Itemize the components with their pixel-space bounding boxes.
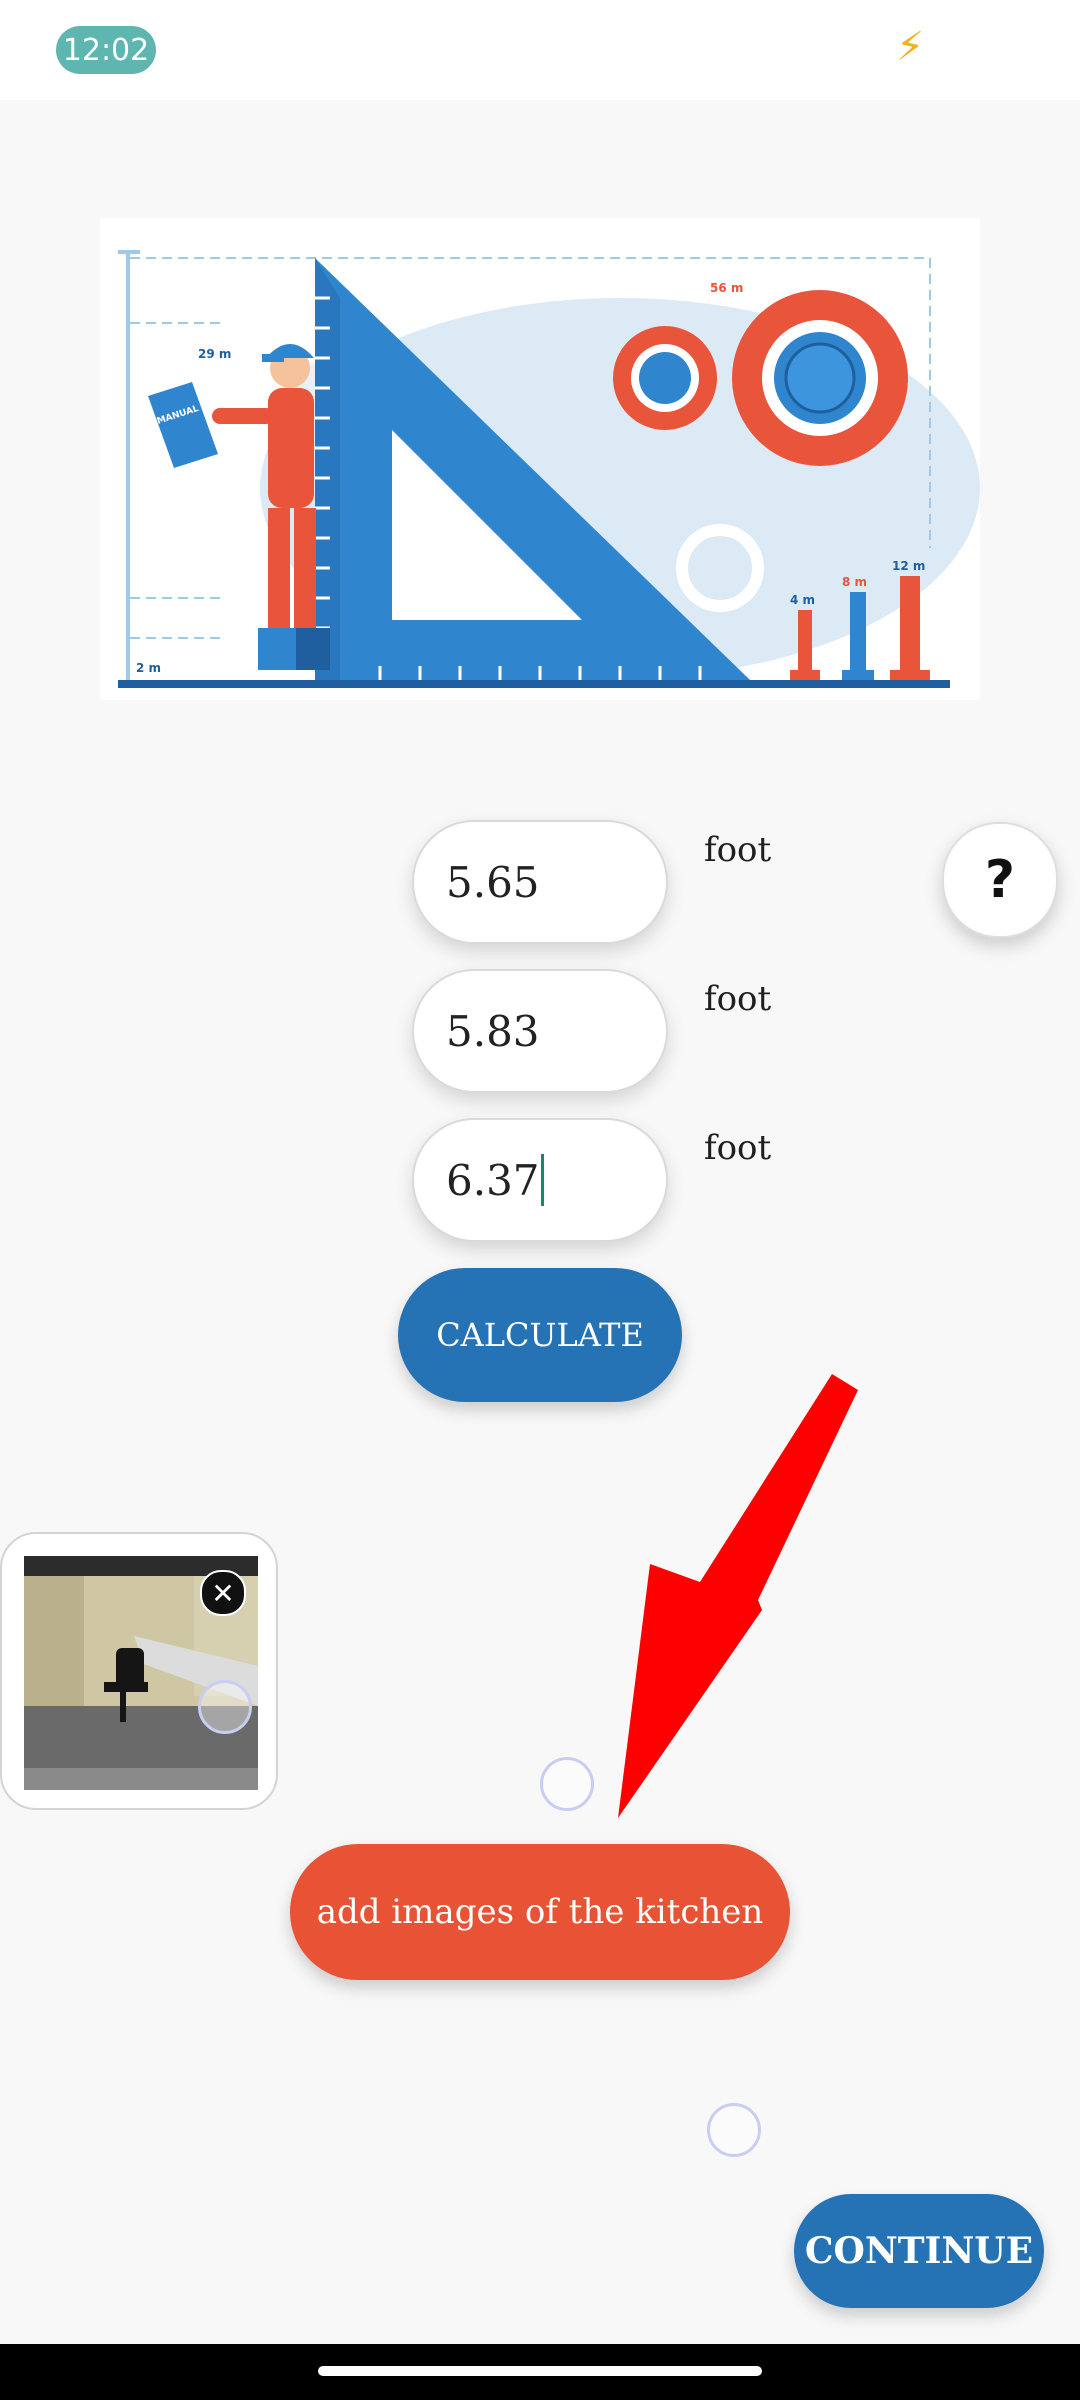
label-29m: 29 m	[198, 347, 231, 361]
label-56m: 56 m	[710, 281, 743, 295]
unit-label-2: foot	[704, 979, 772, 1019]
close-icon: ✕	[211, 1576, 235, 1610]
remove-image-button[interactable]: ✕	[200, 1570, 246, 1616]
lightning-bolt-icon: ⚡	[896, 24, 925, 70]
status-bar: 12:02 ⚡	[0, 0, 1080, 100]
text-caret	[540, 1154, 544, 1206]
illustration-svg: 29 m 2 m 56 m 4 m 8 m 12 m MANUAL BOOK	[118, 250, 980, 688]
touch-indicator-2	[540, 1757, 594, 1811]
measurement-field-2[interactable]: 5.83	[412, 969, 668, 1093]
measurement-illustration: 29 m 2 m 56 m 4 m 8 m 12 m MANUAL BOOK	[100, 218, 980, 700]
measurement-field-3-value: 6.37	[446, 1155, 540, 1205]
help-button-label: ?	[984, 850, 1016, 910]
home-gesture-pill[interactable]	[318, 2366, 762, 2376]
measurement-field-2-value: 5.83	[446, 1006, 540, 1056]
worker-figure	[148, 344, 330, 670]
unit-label-3: foot	[704, 1128, 772, 1168]
calculate-button[interactable]: CALCULATE	[398, 1268, 682, 1402]
touch-indicator-1	[198, 1680, 252, 1734]
calculate-button-label: CALCULATE	[436, 1316, 644, 1354]
label-2m: 2 m	[136, 661, 161, 675]
large-gear	[732, 290, 908, 466]
measurement-field-1-value: 5.65	[446, 857, 540, 907]
label-4m: 4 m	[790, 593, 815, 607]
continue-button-label: CONTINUE	[804, 2230, 1034, 2272]
measurement-field-3[interactable]: 6.37	[412, 1118, 668, 1242]
continue-button[interactable]: CONTINUE	[794, 2194, 1044, 2308]
label-8m: 8 m	[842, 575, 867, 589]
measurement-field-1[interactable]: 5.65	[412, 820, 668, 944]
add-kitchen-images-label: add images of the kitchen	[316, 1892, 764, 1932]
unit-label-1: foot	[704, 830, 772, 870]
label-12m: 12 m	[892, 559, 925, 573]
status-time: 12:02	[56, 26, 156, 74]
help-button[interactable]: ?	[942, 822, 1058, 938]
touch-indicator-3	[707, 2103, 761, 2157]
add-kitchen-images-button[interactable]: add images of the kitchen	[290, 1844, 790, 1980]
small-gear	[613, 326, 717, 430]
